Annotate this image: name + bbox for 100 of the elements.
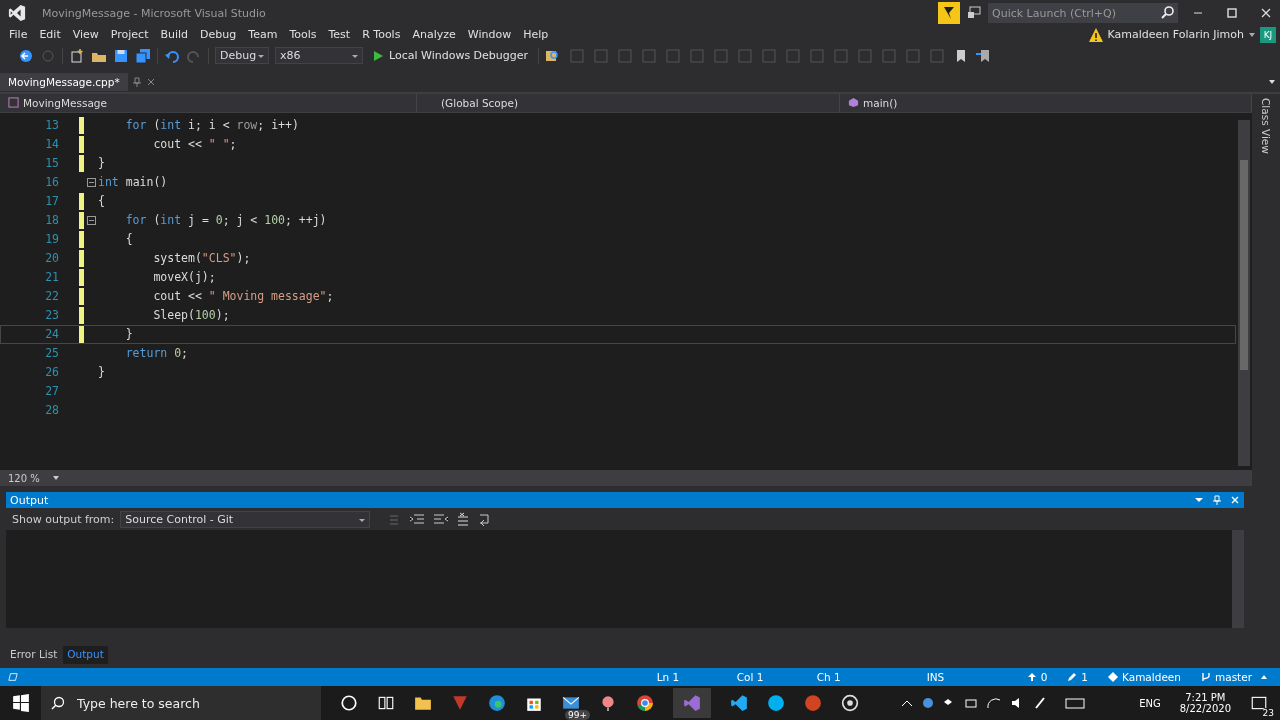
menu-item[interactable]: Edit <box>36 28 70 42</box>
panel-tab[interactable]: Output <box>63 646 108 665</box>
start-icon[interactable] <box>12 694 30 712</box>
code-editor-icon[interactable] <box>730 694 748 712</box>
clock-time[interactable]: 7:21 PM <box>1185 692 1226 703</box>
menu-item[interactable]: Help <box>520 28 558 42</box>
menu-item[interactable]: R Tools <box>359 28 410 42</box>
project-icon <box>8 97 19 109</box>
dropdown-arrow-icon[interactable] <box>1268 77 1276 86</box>
repository-indicator[interactable]: Kamaldeen <box>1122 671 1181 683</box>
play-icon <box>373 50 383 61</box>
taskbar-search-field[interactable]: Type here to search <box>75 686 321 720</box>
code-line: moveX(j); <box>152 270 216 285</box>
folder-icon[interactable] <box>414 694 432 712</box>
branch-indicator[interactable]: master <box>1214 671 1252 683</box>
notification-count: 23 <box>1260 708 1276 718</box>
search-icon[interactable] <box>41 686 75 720</box>
class-view-tab[interactable]: Class View <box>1260 97 1272 154</box>
changes-indicator[interactable]: 1 <box>1081 671 1088 683</box>
menu-item[interactable]: Build <box>157 28 198 42</box>
code-line: for (int j = 0; j < 100; ++j) <box>124 213 327 228</box>
code-line: system("CLS"); <box>152 251 251 266</box>
mail-icon[interactable] <box>562 694 580 712</box>
insert-mode-indicator: INS <box>926 671 946 683</box>
document-tab[interactable]: MovingMessage.cpp* <box>0 72 128 91</box>
line-number: 14 <box>44 137 59 152</box>
new-project-icon[interactable] <box>69 47 85 64</box>
dropdown-arrow-icon[interactable] <box>1248 30 1256 39</box>
account-avatar[interactable]: KJ <box>1260 26 1276 43</box>
maximize-icon[interactable] <box>1227 8 1237 18</box>
configuration-dropdown[interactable]: Debug <box>215 47 269 65</box>
pencil-icon <box>1067 672 1078 682</box>
up-caret-icon[interactable] <box>1260 673 1268 681</box>
ready-icon <box>8 672 18 682</box>
menu-item[interactable]: Debug <box>197 28 246 42</box>
code-line: for (int i; i < row; i++) <box>124 118 299 133</box>
scrollbar[interactable] <box>1232 530 1244 629</box>
presentation-icon[interactable] <box>804 694 822 712</box>
platform-dropdown[interactable]: x86 <box>275 47 363 65</box>
line-number: 17 <box>44 194 59 209</box>
branch-icon <box>1200 672 1211 682</box>
line-number: 27 <box>44 384 59 399</box>
recorder-icon[interactable] <box>841 694 859 712</box>
clock-date[interactable]: 8/22/2020 <box>1179 703 1231 714</box>
visual-studio-logo-icon <box>8 4 26 22</box>
pin-icon[interactable] <box>131 76 142 87</box>
line-indicator: Ln 1 <box>656 671 681 683</box>
code-line: { <box>98 194 105 209</box>
function-icon <box>848 97 859 109</box>
notification-icon[interactable] <box>966 5 982 21</box>
scrollbar[interactable] <box>1238 119 1250 467</box>
menu-item[interactable]: File <box>6 28 37 42</box>
browser-icon[interactable] <box>488 694 506 712</box>
save-icon[interactable] <box>113 47 129 64</box>
save-all-icon[interactable] <box>135 47 151 64</box>
account-name[interactable]: Kamaldeen Folarin Jimoh <box>1107 28 1244 42</box>
visual-studio-icon[interactable] <box>673 688 711 718</box>
line-number: 19 <box>44 232 59 247</box>
app-icon[interactable] <box>599 694 617 712</box>
pushes-indicator[interactable]: 0 <box>1040 671 1048 683</box>
language-indicator[interactable]: ENG <box>1139 697 1161 709</box>
collapse-icon[interactable] <box>86 177 96 187</box>
app-icon[interactable] <box>451 694 469 712</box>
close-icon[interactable] <box>1230 495 1240 506</box>
menu-item[interactable]: View <box>69 28 108 42</box>
line-number: 20 <box>44 251 59 266</box>
code-line: return 0; <box>124 346 189 361</box>
menu-item[interactable]: Project <box>107 28 158 42</box>
menu-item[interactable]: Analyze <box>409 28 465 42</box>
feedback-flag-icon[interactable] <box>938 2 960 24</box>
menu-item[interactable]: Team <box>245 28 287 42</box>
show-output-label: Show output from: <box>12 512 115 526</box>
code-line: int main() <box>98 175 168 190</box>
collapse-icon[interactable] <box>86 215 96 225</box>
line-number: 13 <box>44 118 59 133</box>
task-view-icon[interactable] <box>377 694 395 712</box>
code-line: } <box>98 365 105 380</box>
column-indicator: Col 1 <box>736 671 765 683</box>
menu-item[interactable]: Window <box>464 28 521 42</box>
panel-tab[interactable]: Error List <box>6 646 62 665</box>
zoom-dropdown[interactable]: 120 % <box>0 472 48 484</box>
quick-launch-field[interactable]: Quick Launch (Ctrl+Q) <box>988 3 1158 23</box>
chrome-icon[interactable] <box>636 694 654 712</box>
line-number: 24 <box>44 327 59 342</box>
code-line: cout << " Moving message"; <box>152 289 334 304</box>
menu-item[interactable]: Test <box>325 28 360 42</box>
line-number: 15 <box>44 156 59 171</box>
run-debugger-button[interactable]: Local Windows Debugger <box>369 49 533 63</box>
next-bookmark-icon[interactable] <box>975 47 992 64</box>
scrollbar-thumb[interactable] <box>1240 159 1248 370</box>
back-icon[interactable] <box>18 47 34 64</box>
skype-icon[interactable] <box>767 694 785 712</box>
search-icon[interactable] <box>1158 3 1178 23</box>
menu-item[interactable]: Tools <box>286 28 326 42</box>
output-source-dropdown[interactable]: Source Control - Git <box>120 510 371 528</box>
close-icon[interactable] <box>1261 8 1271 18</box>
cortana-icon[interactable] <box>340 694 358 712</box>
line-number: 25 <box>44 346 59 361</box>
panel-title: Output <box>10 493 49 507</box>
code-line: Sleep(100); <box>152 308 230 323</box>
